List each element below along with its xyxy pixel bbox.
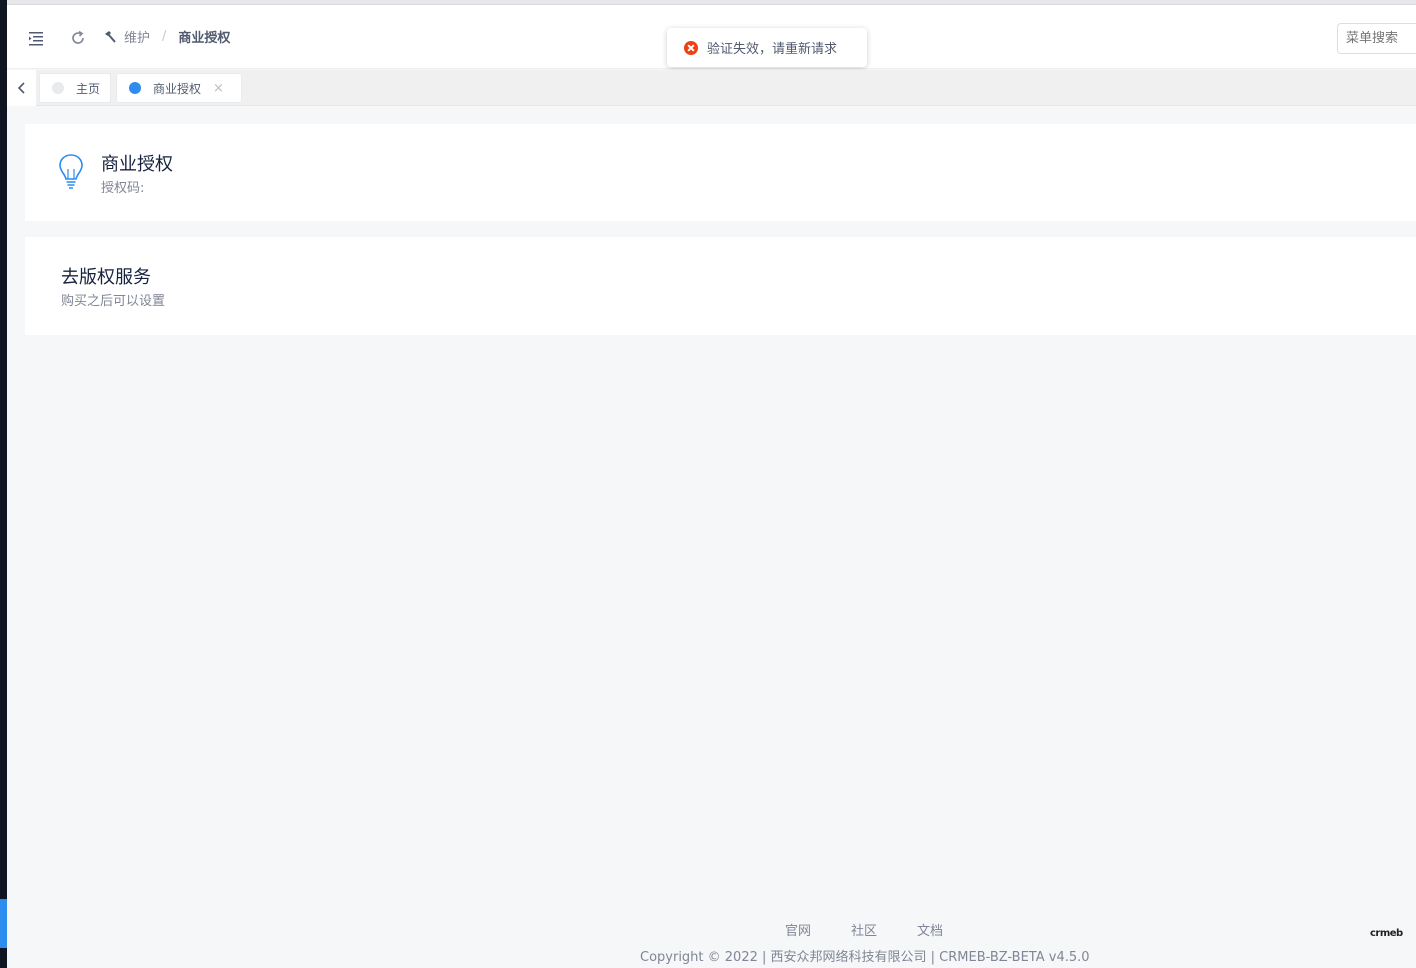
footer-link-official-site[interactable]: 官网	[785, 920, 811, 939]
card-subtitle: 购买之后可以设置	[61, 294, 166, 309]
commercial-auth-card: 商业授权 授权码:	[25, 124, 1416, 221]
tab-label: 商业授权	[153, 81, 202, 96]
tab-label: 主页	[76, 81, 101, 96]
menu-fold-icon[interactable]	[27, 29, 45, 47]
tab-status-dot	[129, 82, 141, 94]
sidebar-active-indicator[interactable]	[0, 899, 7, 948]
copyright-text: Copyright © 2022 | 西安众邦网络科技有限公司 | CRMEB-…	[640, 950, 1090, 965]
footer-link-community[interactable]: 社区	[851, 920, 877, 939]
tab-commercial-auth[interactable]: 商业授权 ×	[116, 73, 242, 103]
license-code-label: 授权码:	[101, 181, 145, 196]
card-title: 商业授权	[101, 154, 173, 175]
breadcrumb-separator: /	[162, 29, 167, 44]
tab-status-dot	[52, 82, 64, 94]
footer-link-docs[interactable]: 文档	[917, 920, 943, 939]
refresh-icon[interactable]	[69, 29, 87, 47]
tabs-prev-button[interactable]	[7, 70, 36, 106]
tab-close-icon[interactable]: ×	[213, 81, 224, 96]
breadcrumb: 维护 / 商业授权	[102, 27, 230, 46]
menu-search-input[interactable]	[1337, 23, 1416, 54]
hammer-icon	[105, 30, 116, 43]
error-toast: 验证失效，请重新请求	[667, 28, 867, 67]
breadcrumb-current: 商业授权	[178, 31, 231, 46]
breadcrumb-parent[interactable]: 维护	[124, 27, 150, 46]
chevron-left-icon	[17, 82, 25, 94]
error-icon	[684, 40, 698, 55]
remove-copyright-card: 去版权服务 购买之后可以设置	[25, 237, 1416, 335]
toast-message: 验证失效，请重新请求	[707, 42, 838, 57]
sidebar	[0, 0, 7, 968]
tab-home[interactable]: 主页	[39, 73, 111, 103]
lightbulb-icon	[59, 154, 83, 189]
tabs-bar: 主页 商业授权 ×	[7, 70, 1416, 106]
card-title: 去版权服务	[61, 267, 151, 288]
crmeb-logo: crmeb	[1370, 928, 1403, 939]
footer-links: 官网 社区 文档	[785, 920, 983, 939]
